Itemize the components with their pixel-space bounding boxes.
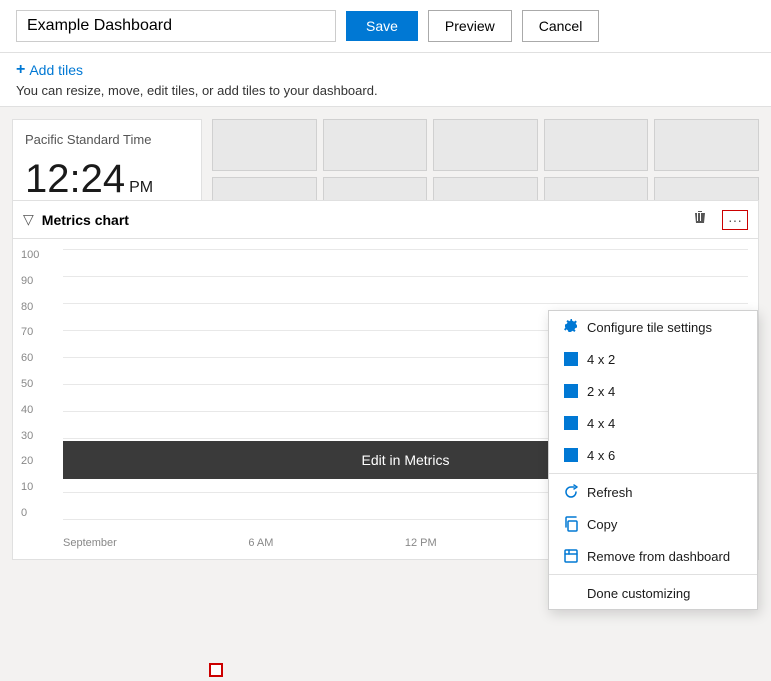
y-label-40: 40	[21, 404, 39, 416]
y-label-0: 0	[21, 507, 39, 519]
grid-tile	[544, 119, 649, 171]
menu-item-4x2[interactable]: 4 x 2	[549, 343, 757, 375]
y-label-90: 90	[21, 275, 39, 287]
menu-configure-label: Configure tile settings	[587, 320, 712, 335]
menu-copy-label: Copy	[587, 517, 617, 532]
size-2x4-icon	[563, 383, 579, 399]
menu-2x4-label: 2 x 4	[587, 384, 615, 399]
add-tiles-label: Add tiles	[29, 62, 83, 78]
save-button[interactable]: Save	[346, 11, 418, 41]
y-label-20: 20	[21, 455, 39, 467]
dashboard-title-input[interactable]	[16, 10, 336, 42]
menu-refresh-label: Refresh	[587, 485, 633, 500]
x-label-september: September	[63, 537, 117, 549]
hint-text: You can resize, move, edit tiles, or add…	[16, 83, 755, 98]
refresh-icon	[563, 484, 579, 500]
menu-4x2-label: 4 x 2	[587, 352, 615, 367]
clock-timezone: Pacific Standard Time	[25, 132, 189, 147]
clock-time: 12:24 PM	[25, 157, 189, 202]
header: Save Preview Cancel	[0, 0, 771, 53]
size-4x2-icon	[563, 351, 579, 367]
trash-icon	[692, 209, 708, 225]
menu-separator-1	[549, 473, 757, 474]
metrics-title: Metrics chart	[42, 212, 678, 228]
remove-icon	[563, 548, 579, 564]
plus-icon: +	[16, 61, 25, 79]
y-label-10: 10	[21, 481, 39, 493]
grid-tile	[654, 119, 759, 171]
copy-icon	[563, 516, 579, 532]
x-label-12pm: 12 PM	[405, 537, 437, 549]
funnel-icon: ▽	[23, 211, 34, 228]
y-label-30: 30	[21, 430, 39, 442]
grid-tile	[433, 119, 538, 171]
clock-time-value: 12:24	[25, 157, 125, 202]
context-menu: Configure tile settings 4 x 2 2 x 4 4 x …	[548, 310, 758, 610]
size-4x4-icon	[563, 415, 579, 431]
menu-remove-label: Remove from dashboard	[587, 549, 730, 564]
menu-item-done[interactable]: Done customizing	[549, 577, 757, 609]
menu-item-2x4[interactable]: 2 x 4	[549, 375, 757, 407]
add-tiles-button[interactable]: + Add tiles	[16, 61, 755, 79]
delete-button[interactable]	[686, 207, 714, 232]
menu-item-copy[interactable]: Copy	[549, 508, 757, 540]
y-label-80: 80	[21, 301, 39, 313]
menu-done-label: Done customizing	[587, 586, 690, 601]
menu-item-4x4[interactable]: 4 x 4	[549, 407, 757, 439]
toolbar: + Add tiles You can resize, move, edit t…	[0, 53, 771, 107]
menu-item-configure[interactable]: Configure tile settings	[549, 311, 757, 343]
y-label-100: 100	[21, 249, 39, 261]
y-label-60: 60	[21, 352, 39, 364]
x-label-6am: 6 AM	[248, 537, 273, 549]
grid-tile	[323, 119, 428, 171]
menu-item-4x6[interactable]: 4 x 6	[549, 439, 757, 471]
clock-ampm: PM	[129, 179, 153, 197]
done-icon	[563, 585, 579, 601]
menu-4x6-label: 4 x 6	[587, 448, 615, 463]
y-label-50: 50	[21, 378, 39, 390]
chart-y-labels: 100 90 80 70 60 50 40 30 20 10 0	[21, 249, 39, 519]
resize-handle[interactable]	[209, 663, 223, 677]
ellipsis-button[interactable]: ···	[722, 210, 748, 230]
cancel-button[interactable]: Cancel	[522, 10, 600, 42]
menu-4x4-label: 4 x 4	[587, 416, 615, 431]
grid-tile	[212, 119, 317, 171]
gear-icon	[563, 319, 579, 335]
preview-button[interactable]: Preview	[428, 10, 512, 42]
y-label-70: 70	[21, 326, 39, 338]
menu-separator-2	[549, 574, 757, 575]
metrics-header: ▽ Metrics chart ···	[13, 201, 758, 239]
size-4x6-icon	[563, 447, 579, 463]
menu-item-refresh[interactable]: Refresh	[549, 476, 757, 508]
menu-item-remove[interactable]: Remove from dashboard	[549, 540, 757, 572]
